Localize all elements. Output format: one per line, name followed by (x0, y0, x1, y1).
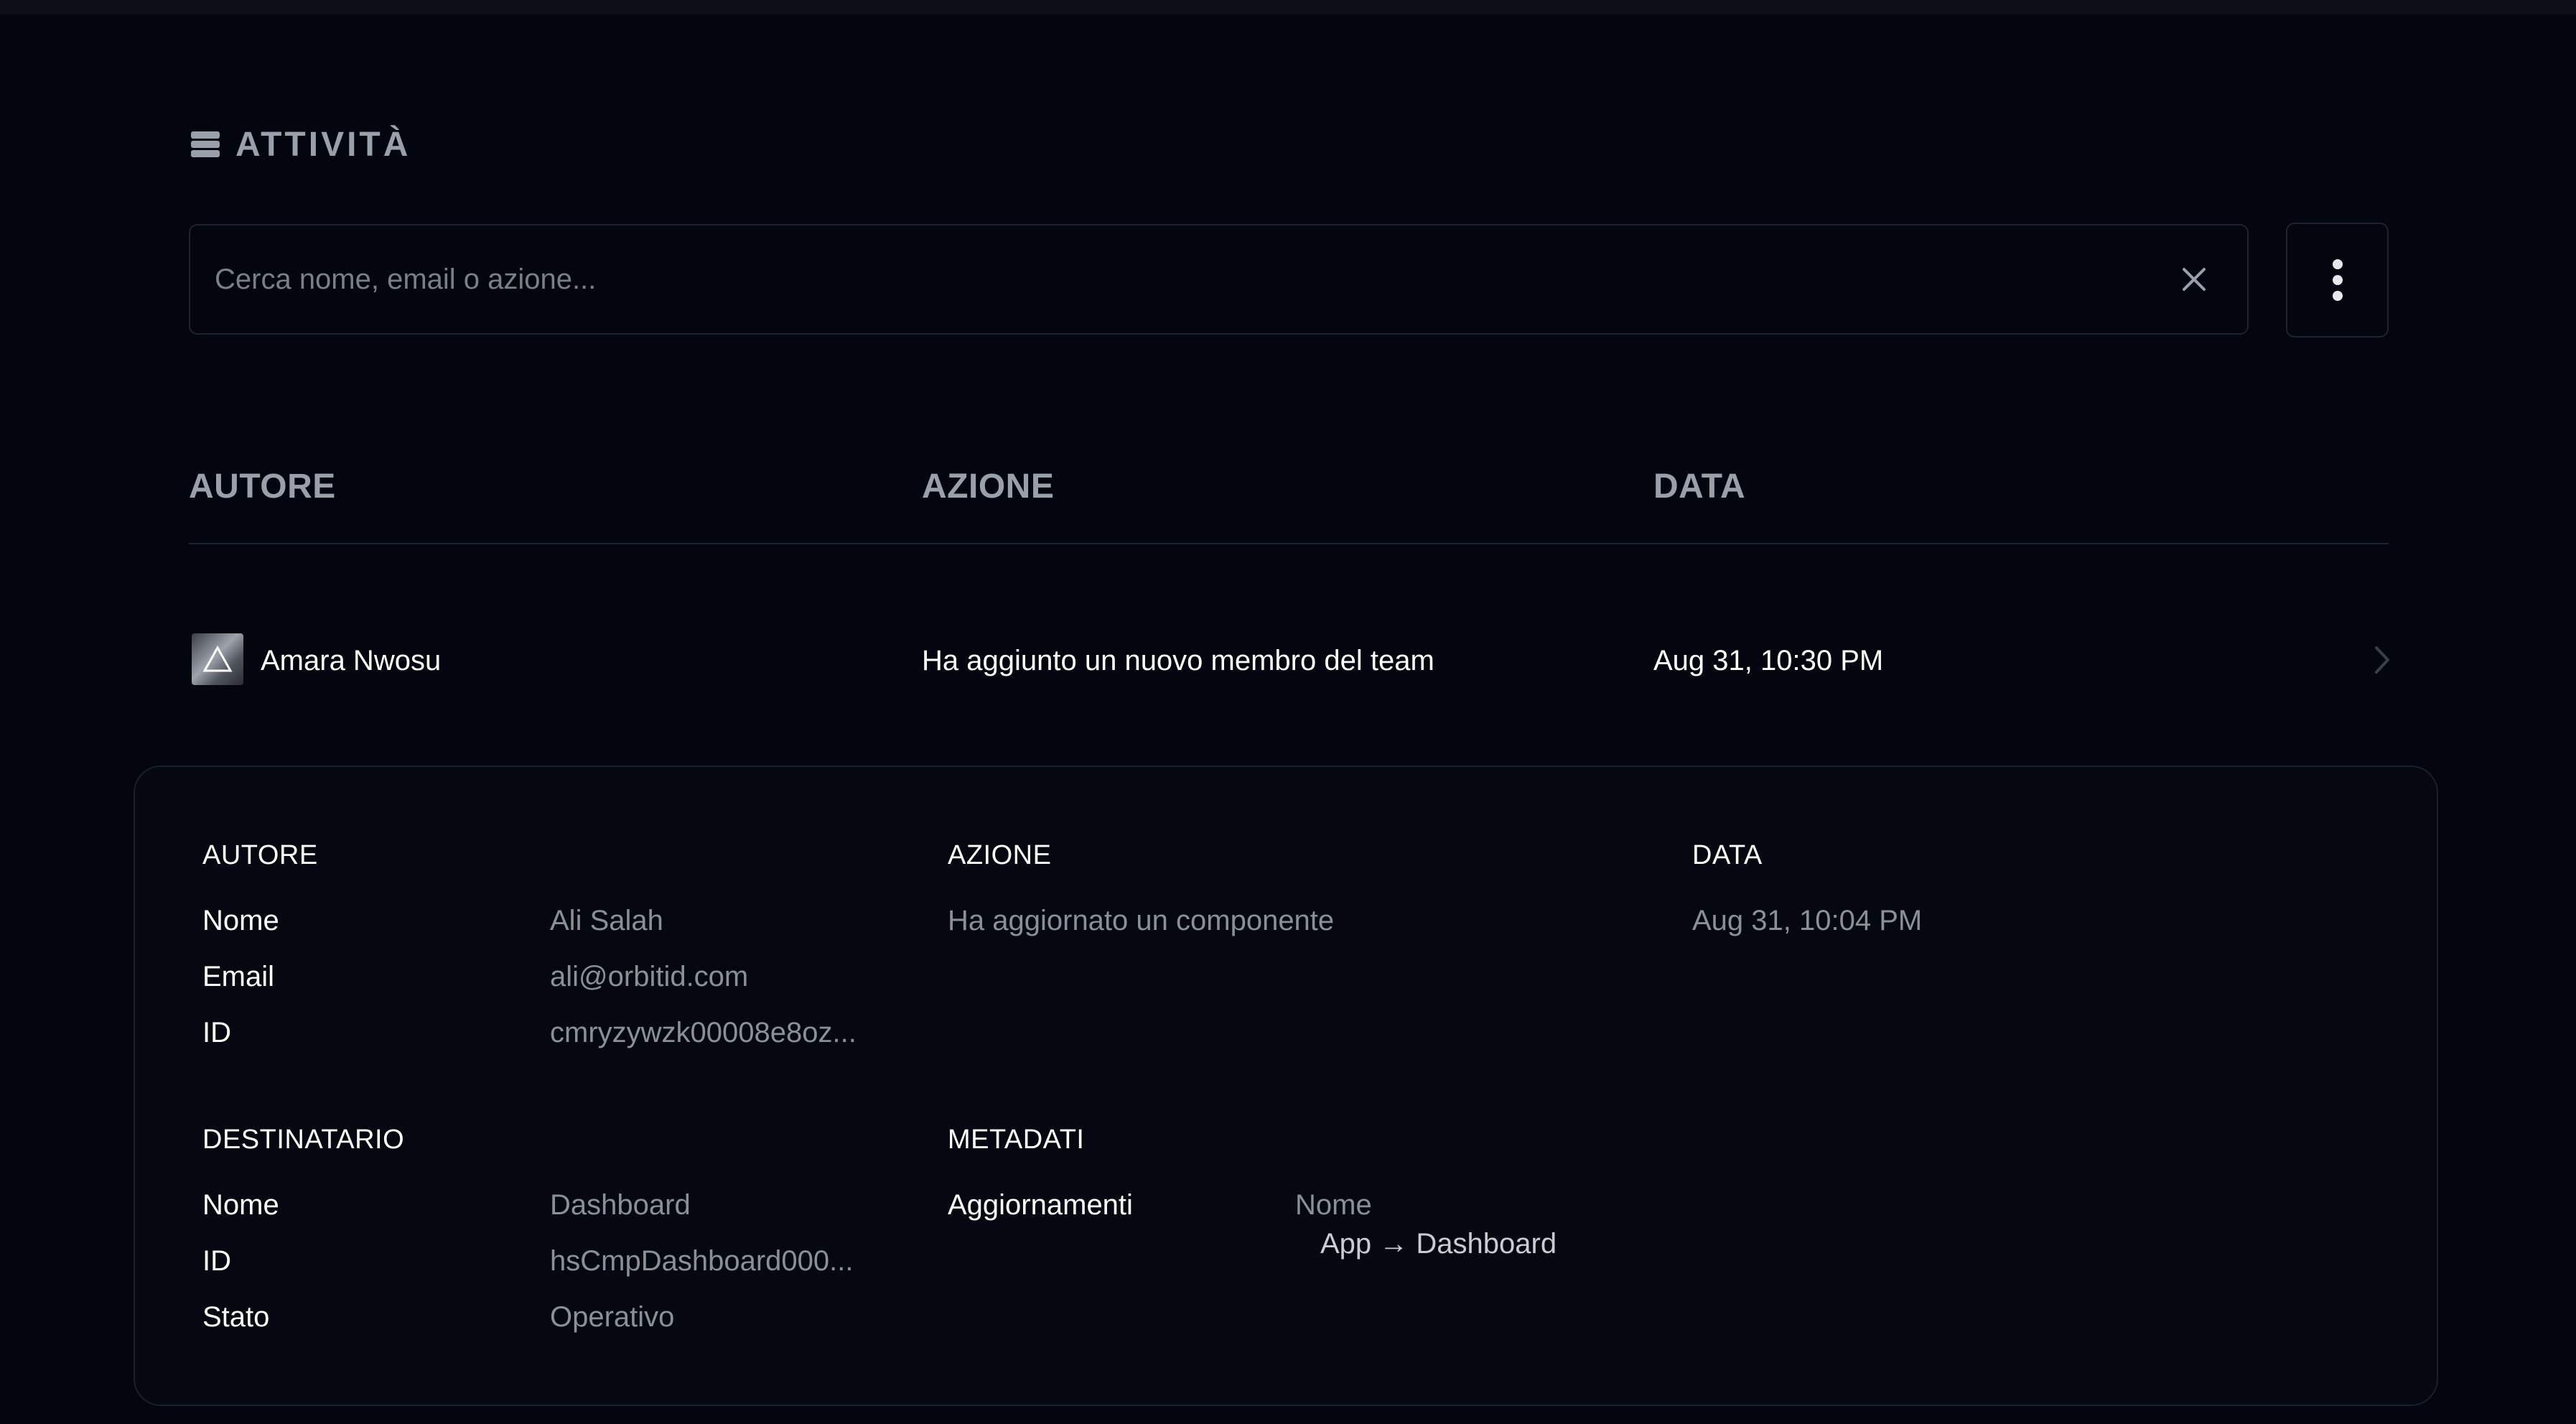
more-options-button[interactable] (2286, 223, 2389, 338)
close-icon (2183, 268, 2206, 291)
detail-panel: AUTORE Nome Ali Salah Email ali@orbitid.… (134, 765, 2438, 1406)
detail-author-name-label: Nome (202, 905, 279, 936)
detail-metadata-updates-label: Aggiornamenti (948, 1189, 1133, 1221)
detail-recipient-id-label: ID (202, 1245, 231, 1277)
detail-author-email-value: ali@orbitid.com (550, 961, 749, 992)
detail-recipient-id-value: hsCmpDashboard000... (550, 1245, 854, 1277)
detail-author-email-label: Email (202, 961, 275, 992)
column-header-date[interactable]: DATA (1653, 467, 1745, 506)
row-author: Amara Nwosu (261, 645, 442, 676)
detail-recipient-heading: DESTINATARIO (202, 1125, 405, 1155)
detail-author-name-value: Ali Salah (550, 905, 663, 936)
detail-action-value: Ha aggiornato un componente (948, 905, 1335, 936)
detail-recipient-name-value: Dashboard (550, 1189, 691, 1221)
detail-author-heading: AUTORE (202, 840, 318, 870)
detail-date-value: Aug 31, 10:04 PM (1692, 905, 1923, 936)
detail-author-id-value: cmryzywzk00008e8oz... (550, 1017, 857, 1048)
column-header-author[interactable]: AUTORE (189, 467, 336, 506)
detail-recipient-name-label: Nome (202, 1189, 279, 1221)
row-date: Aug 31, 10:30 PM (1653, 645, 1884, 676)
detail-metadata-updates-field: Nome (1295, 1189, 1372, 1221)
avatar (192, 633, 243, 685)
detail-action-heading: AZIONE (948, 840, 1052, 870)
clear-search-button[interactable] (2173, 258, 2216, 301)
detail-date-heading: DATA (1692, 840, 1763, 870)
detail-metadata-heading: METADATI (948, 1125, 1085, 1155)
chevron-right-icon (2375, 646, 2389, 674)
table-row[interactable]: Amara Nwosu Ha aggiunto un nuovo membro … (189, 618, 2389, 702)
activity-page: ATTIVITÀ AUTORE AZIONE DATA Amara Nwosu … (0, 0, 2576, 1424)
detail-author-id-label: ID (202, 1017, 231, 1048)
more-vertical-icon (2332, 259, 2343, 301)
detail-recipient-status-label: Stato (202, 1301, 270, 1333)
header-divider (189, 543, 2389, 544)
section-header: ATTIVITÀ (190, 119, 411, 169)
detail-metadata-updates-change: App → Dashboard (1320, 1228, 1557, 1260)
row-action: Ha aggiunto un nuovo membro del team (922, 645, 1434, 676)
search-input[interactable] (215, 225, 2153, 333)
detail-recipient-status-value: Operativo (550, 1301, 675, 1333)
page-title: ATTIVITÀ (235, 125, 411, 164)
column-header-action[interactable]: AZIONE (922, 467, 1054, 506)
database-icon (190, 129, 221, 160)
search-box (189, 224, 2249, 335)
